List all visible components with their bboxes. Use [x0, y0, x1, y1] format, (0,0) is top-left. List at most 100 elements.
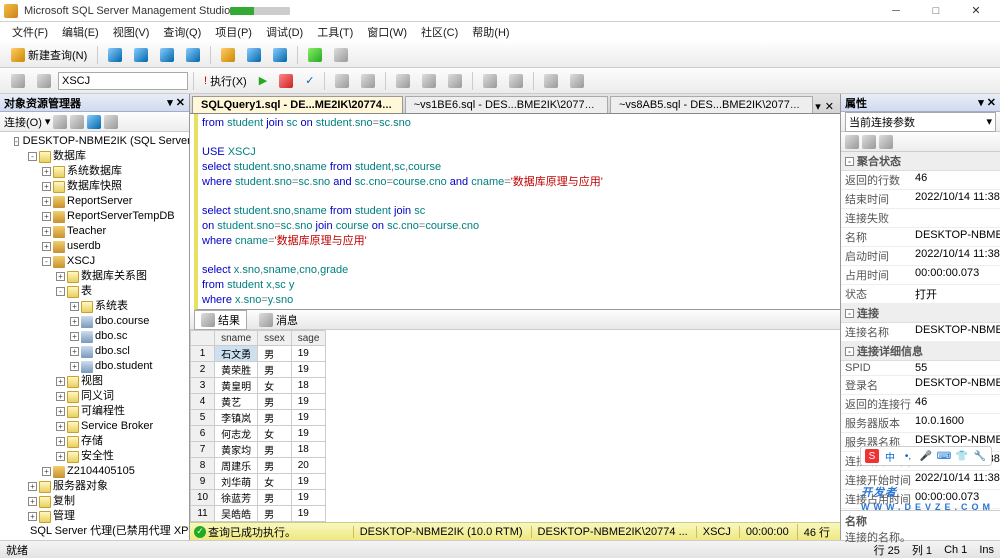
cell[interactable]: 18 — [291, 442, 326, 458]
tab-vs8ab5[interactable]: ~vs8AB5.sql - DES...BME2IK\20774 (52)) — [610, 96, 813, 113]
cell[interactable]: 女 — [258, 426, 292, 442]
databases-node[interactable]: 数据库 — [53, 149, 86, 164]
row-number[interactable]: 1 — [191, 346, 215, 362]
cell[interactable]: 19 — [291, 346, 326, 362]
cell[interactable]: 19 — [291, 426, 326, 442]
cell[interactable]: 男 — [258, 506, 292, 522]
cell[interactable]: 男 — [258, 442, 292, 458]
expand-icon[interactable]: + — [42, 467, 51, 476]
expand-icon[interactable]: + — [70, 347, 79, 356]
disconnect-icon[interactable] — [53, 115, 67, 129]
sysdb-node[interactable]: 系统数据库 — [67, 164, 122, 179]
col-header[interactable] — [191, 331, 215, 346]
tab-sqlquery1[interactable]: SQLQuery1.sql - DE...ME2IK\20774 (55))* — [192, 96, 403, 113]
expand-icon[interactable]: - — [42, 257, 51, 266]
cell[interactable]: 男 — [258, 410, 292, 426]
row-number[interactable]: 5 — [191, 410, 215, 426]
prop-row[interactable]: 占用时间00:00:00.073 — [841, 266, 1000, 285]
change-conn-button[interactable] — [32, 71, 56, 91]
cell[interactable]: 周建乐 — [215, 458, 258, 474]
expand-icon[interactable]: + — [42, 227, 51, 236]
table-scl[interactable]: dbo.scl — [95, 344, 130, 359]
prop-pages-icon[interactable] — [879, 135, 893, 149]
snapshot-node[interactable]: 数据库快照 — [67, 179, 122, 194]
xscj-node[interactable]: XSCJ — [67, 254, 95, 269]
cell[interactable]: 19 — [291, 490, 326, 506]
results-grid[interactable]: snamessexsage1石文勇男192黄荣胜男193黄皇明女184黄艺男19… — [190, 330, 840, 522]
ime-keyboard-icon[interactable]: ⌨ — [937, 449, 951, 463]
cell[interactable]: 黄荣胜 — [215, 362, 258, 378]
prop-row[interactable]: 结束时间2022/10/14 11:38:49 — [841, 190, 1000, 209]
menu-debug[interactable]: 调试(D) — [260, 22, 309, 42]
tables-node[interactable]: 表 — [81, 284, 92, 299]
ime-skin-icon[interactable]: 👕 — [955, 449, 969, 463]
menu-edit[interactable]: 编辑(E) — [56, 22, 105, 42]
report-node[interactable]: ReportServer — [67, 194, 132, 209]
expand-icon[interactable]: + — [28, 482, 37, 491]
cell[interactable]: 18 — [291, 378, 326, 394]
storage-node[interactable]: 存储 — [81, 434, 103, 449]
cell[interactable]: 男 — [258, 362, 292, 378]
stop-conn-icon[interactable] — [70, 115, 84, 129]
row-number[interactable]: 2 — [191, 362, 215, 378]
sql-editor[interactable]: from student join sc on student.sno=sc.s… — [194, 114, 840, 310]
messages-tab[interactable]: 消息 — [253, 311, 304, 329]
expand-icon[interactable]: + — [56, 392, 65, 401]
comment-button[interactable] — [478, 71, 502, 91]
menu-file[interactable]: 文件(F) — [6, 22, 54, 42]
agent-node[interactable]: SQL Server 代理(已禁用代理 XP) — [30, 524, 189, 539]
expand-icon[interactable]: + — [42, 167, 51, 176]
table-row[interactable]: 9刘华萌女19 — [191, 474, 326, 490]
parse-button[interactable]: ✓ — [300, 71, 319, 90]
maximize-button[interactable]: □ — [916, 1, 956, 21]
expand-icon[interactable]: - — [28, 152, 37, 161]
mgmt-node[interactable]: 管理 — [53, 509, 75, 524]
table-row[interactable]: 3黄皇明女18 — [191, 378, 326, 394]
results-text-button[interactable] — [417, 71, 441, 91]
menu-window[interactable]: 窗口(W) — [361, 22, 413, 42]
row-number[interactable]: 11 — [191, 506, 215, 522]
expand-icon[interactable]: - — [14, 137, 19, 146]
expand-icon[interactable]: + — [70, 332, 79, 341]
row-number[interactable]: 9 — [191, 474, 215, 490]
prop-row[interactable]: 名称DESKTOP-NBME2IK — [841, 228, 1000, 247]
prop-row[interactable]: 连接失败 — [841, 209, 1000, 228]
cell[interactable]: 黄皇明 — [215, 378, 258, 394]
minimize-button[interactable]: ─ — [876, 1, 916, 21]
ime-s-icon[interactable]: S — [865, 449, 879, 463]
col-header[interactable]: ssex — [258, 331, 292, 346]
saveall-button[interactable] — [268, 45, 292, 65]
expand-icon[interactable]: + — [56, 272, 65, 281]
expand-icon[interactable]: + — [70, 302, 79, 311]
tb-btn-3[interactable] — [155, 45, 179, 65]
filter-icon[interactable] — [104, 115, 118, 129]
properties-dropdown[interactable]: 当前连接参数▾ — [845, 112, 996, 132]
expand-icon[interactable]: + — [70, 362, 79, 371]
open-button[interactable] — [216, 45, 240, 65]
execute-button[interactable]: !执行(X) — [199, 70, 252, 92]
expand-icon[interactable]: + — [56, 407, 65, 416]
prog-node[interactable]: 可编程性 — [81, 404, 125, 419]
tb-btn-2[interactable] — [129, 45, 153, 65]
cell[interactable]: 19 — [291, 394, 326, 410]
cell[interactable]: 李镇岚 — [215, 410, 258, 426]
expand-icon[interactable]: + — [28, 512, 37, 521]
menu-query[interactable]: 查询(Q) — [157, 22, 207, 42]
table-row[interactable]: 11吴皓皓男19 — [191, 506, 326, 522]
stop-button[interactable] — [274, 71, 298, 91]
cell[interactable]: 19 — [291, 362, 326, 378]
cell[interactable]: 19 — [291, 410, 326, 426]
tab-vs1be6[interactable]: ~vs1BE6.sql - DES...BME2IK\20774 (53)) — [405, 96, 608, 113]
expand-icon[interactable]: + — [56, 452, 65, 461]
table-row[interactable]: 8周建乐男20 — [191, 458, 326, 474]
row-number[interactable]: 8 — [191, 458, 215, 474]
cell[interactable]: 男 — [258, 490, 292, 506]
prop-row[interactable]: 状态打开 — [841, 285, 1000, 304]
cell[interactable]: 徐蓝芳 — [215, 490, 258, 506]
menu-project[interactable]: 项目(P) — [209, 22, 258, 42]
reporttmp-node[interactable]: ReportServerTempDB — [67, 209, 175, 224]
expand-icon[interactable]: + — [42, 182, 51, 191]
save-button[interactable] — [242, 45, 266, 65]
row-number[interactable]: 10 — [191, 490, 215, 506]
tab-close-icon[interactable]: ✕ — [825, 100, 834, 113]
